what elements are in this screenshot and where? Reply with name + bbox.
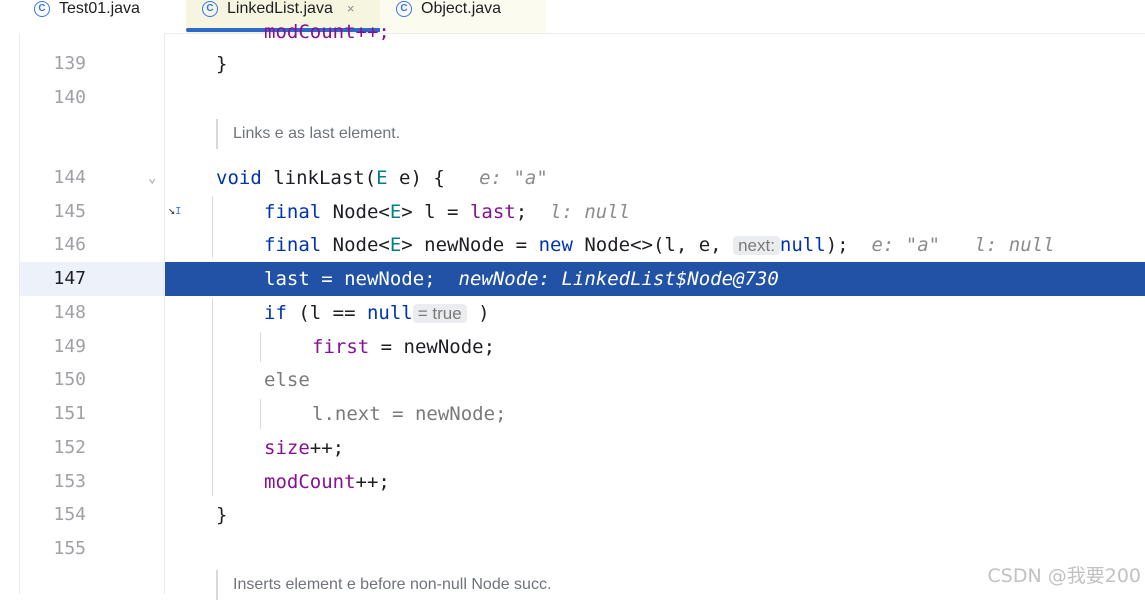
code-line-148[interactable]: 148 if (l == null = true ) (0, 296, 1145, 330)
debug-inline-value: l: null (550, 201, 631, 223)
line-number: 153 (53, 471, 86, 492)
javadoc-comment[interactable]: Links e as last element. (216, 119, 833, 149)
code-text: last = newNode; newNode: LinkedList$Node… (264, 262, 779, 296)
field-ref: last (469, 201, 516, 223)
javadoc-comment[interactable]: Inserts element e before non-null Node s… (216, 570, 833, 600)
code-line-144[interactable]: 144 ⌄ void linkLast(E e) { e: "a" (0, 161, 1145, 195)
code-token: (l == (286, 302, 367, 324)
line-number: 145 (53, 201, 86, 222)
type-param: E (376, 167, 388, 189)
watermark: CSDN @我要200 (987, 565, 1141, 587)
field-ref: first (312, 336, 370, 358)
line-number: 150 (53, 369, 86, 390)
param-name-hint: next: (733, 236, 780, 255)
code-text: size++; (264, 431, 344, 465)
code-token: = newNode; (369, 336, 496, 358)
eval-result-hint: = true (412, 304, 467, 323)
line-number: 151 (53, 403, 86, 424)
code-token: Node<>(l, e, (572, 234, 734, 256)
code-line-140[interactable]: 140 (0, 81, 1145, 115)
class-icon: C (396, 1, 412, 17)
params: e) { (387, 167, 445, 189)
code-token: ++; (355, 471, 390, 493)
code-text: final Node<E> newNode = new Node<>(l, e,… (264, 228, 1055, 263)
code-token: > l = (401, 201, 470, 223)
line-number: 140 (53, 87, 86, 108)
code-line-151[interactable]: 151 l.next = newNode; (0, 397, 1145, 431)
tab-object[interactable]: C Object.java (380, 0, 546, 33)
code-token: ++; (309, 437, 345, 459)
keyword: null (366, 302, 413, 324)
code-line-139[interactable]: 139 } (0, 47, 1145, 81)
code-token: ) (466, 302, 490, 324)
line-number: 152 (53, 437, 86, 458)
field-ref: size (264, 437, 310, 459)
tab-label: Test01.java (59, 0, 140, 17)
code-text: modCount++; (264, 465, 390, 499)
code-text: } (216, 504, 228, 526)
indent-guide (212, 196, 213, 258)
code-line-154[interactable]: 154 } (0, 498, 1145, 532)
code-line-150[interactable]: 150 else (0, 363, 1145, 397)
indent-guide (260, 332, 261, 362)
type-param: E (389, 234, 402, 256)
line-number: 155 (53, 538, 86, 559)
field-ref: last (264, 268, 310, 290)
code-token: ; (515, 201, 528, 223)
tab-test01[interactable]: C Test01.java (20, 0, 194, 33)
code-token: Node< (321, 234, 390, 256)
tab-label: LinkedList.java (227, 0, 333, 17)
class-icon: C (202, 1, 218, 17)
keyword: if (264, 302, 287, 324)
code-token: = newNode; (309, 268, 436, 290)
class-icon: C (34, 1, 50, 17)
editor-tab-bar: C Test01.java C LinkedList.java × C Obje… (0, 0, 1145, 34)
line-number: 147 (53, 268, 86, 289)
code-token: Node< (321, 201, 390, 223)
code-text: l.next = newNode; (312, 403, 507, 425)
close-icon[interactable]: × (347, 0, 355, 18)
fold-chevron-icon[interactable]: ⌄ (148, 161, 156, 195)
keyword: new (538, 234, 573, 256)
code-text: void linkLast(E e) { e: "a" (216, 161, 548, 195)
code-line-152[interactable]: 152 size++; (0, 431, 1145, 465)
code-token: > newNode = (401, 234, 539, 256)
step-into-icon[interactable]: ↘I (168, 203, 181, 219)
tab-label: Object.java (421, 0, 502, 17)
line-number: 144 (53, 167, 86, 188)
keyword: final (264, 234, 322, 256)
code-text: } (216, 53, 228, 75)
debug-inline-value: e: "a" (479, 167, 548, 189)
code-text: else (264, 369, 310, 391)
keyword: void (216, 167, 262, 189)
line-number: 146 (53, 234, 86, 255)
field-ref: modCount (264, 471, 356, 493)
line-number: 148 (53, 302, 86, 323)
indent-guide (212, 298, 213, 496)
code-text: final Node<E> l = last; l: null (264, 195, 630, 229)
code-line-146[interactable]: 146 final Node<E> newNode = new Node<>(l… (0, 228, 1145, 262)
indent-guide (260, 399, 261, 429)
method-signature: linkLast( (261, 167, 377, 189)
code-line-149[interactable]: 149 first = newNode; (0, 330, 1145, 364)
type-param: E (389, 201, 402, 223)
clipped-code-line: modCount++; (264, 21, 390, 40)
code-text: first = newNode; (312, 330, 495, 364)
line-number: 149 (53, 336, 86, 357)
line-number: 139 (53, 53, 86, 74)
debug-inline-value: l: null (974, 234, 1055, 256)
line-number: 154 (53, 504, 86, 525)
keyword: null (779, 234, 826, 256)
code-line-155[interactable]: 155 (0, 532, 1145, 566)
code-line-147-current[interactable]: 147 last = newNode; newNode: LinkedList$… (0, 262, 1145, 296)
code-line-145[interactable]: 145 ↘I final Node<E> l = last; l: null (0, 195, 1145, 229)
keyword: final (264, 201, 322, 223)
debug-inline-value: e: "a" (871, 234, 941, 256)
code-token: ); (825, 234, 849, 256)
debug-inline-value: newNode: LinkedList$Node@730 (458, 268, 779, 290)
code-text: if (l == null = true ) (264, 296, 490, 331)
code-line-153[interactable]: 153 modCount++; (0, 465, 1145, 499)
execution-point-highlight: last = newNode; newNode: LinkedList$Node… (165, 262, 1145, 296)
